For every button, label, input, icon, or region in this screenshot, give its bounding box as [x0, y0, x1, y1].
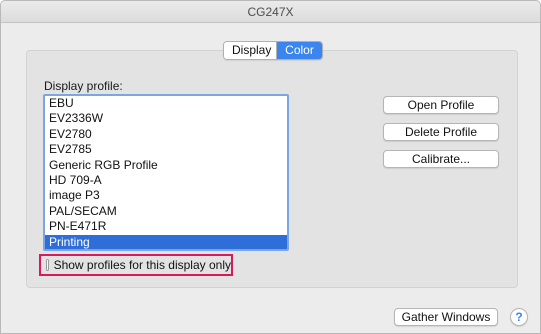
profile-list-item-selected[interactable]: Printing: [45, 234, 287, 249]
help-icon[interactable]: ?: [510, 308, 528, 326]
tab-color[interactable]: Color: [277, 42, 322, 59]
profile-list[interactable]: EBU EV2336W EV2780 EV2785 Generic RGB Pr…: [43, 94, 289, 251]
profile-list-item[interactable]: PAL/SECAM: [45, 204, 287, 219]
gather-windows-button[interactable]: Gather Windows: [394, 308, 498, 326]
show-profiles-checkbox[interactable]: [46, 259, 49, 271]
tab-bar: Display Color: [223, 41, 323, 60]
profile-list-item[interactable]: PN-E471R: [45, 219, 287, 234]
profile-list-item[interactable]: Generic RGB Profile: [45, 158, 287, 173]
profile-list-item[interactable]: EV2336W: [45, 111, 287, 126]
show-profiles-checkbox-label[interactable]: Show profiles for this display only: [54, 258, 231, 272]
window-title: CG247X: [1, 1, 540, 23]
show-profiles-checkbox-row[interactable]: Show profiles for this display only: [39, 254, 233, 276]
preferences-window: CG247X Display Color Display profile: EB…: [0, 0, 541, 334]
profile-list-item[interactable]: EV2785: [45, 142, 287, 157]
profile-list-item[interactable]: HD 709-A: [45, 173, 287, 188]
profile-list-item[interactable]: image P3: [45, 188, 287, 203]
display-profile-label: Display profile:: [44, 79, 123, 93]
profile-list-item[interactable]: EBU: [45, 96, 287, 111]
profile-list-item[interactable]: EV2780: [45, 127, 287, 142]
delete-profile-button[interactable]: Delete Profile: [383, 123, 499, 141]
calibrate-button[interactable]: Calibrate...: [383, 150, 499, 168]
tab-display[interactable]: Display: [224, 42, 277, 59]
open-profile-button[interactable]: Open Profile: [383, 96, 499, 114]
